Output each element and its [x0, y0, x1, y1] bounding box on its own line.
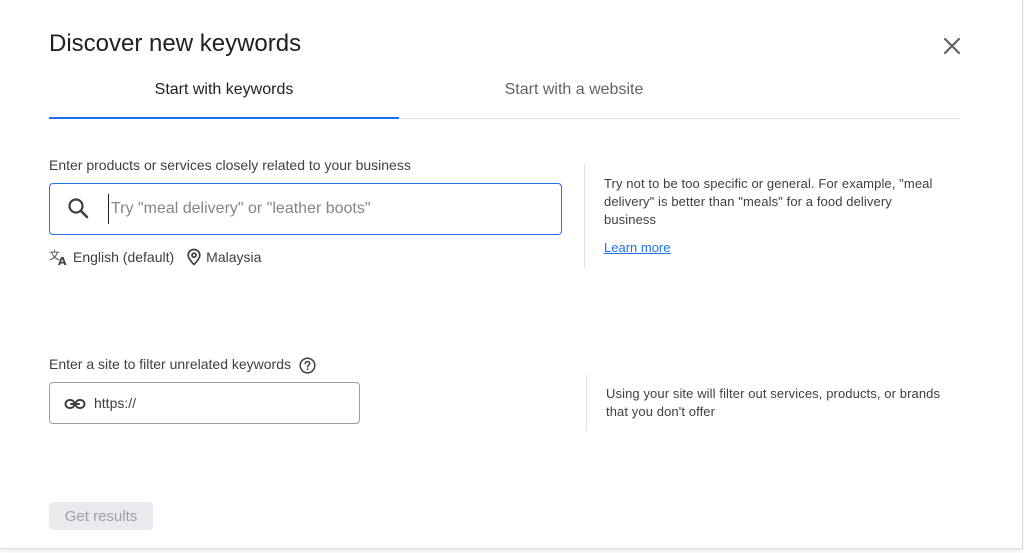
tab-start-with-website[interactable]: Start with a website — [399, 62, 749, 118]
keywords-input-box[interactable] — [49, 183, 562, 235]
keywords-help-text: Try not to be too specific or general. F… — [604, 176, 933, 227]
targeting-row: 文 A English (default) Malaysia — [49, 246, 261, 268]
tab-label: Start with a website — [504, 81, 644, 98]
section-divider — [586, 375, 587, 431]
location-selector[interactable]: Malaysia — [186, 248, 261, 266]
site-help-text: Using your site will filter out services… — [606, 386, 941, 419]
tab-start-with-keywords[interactable]: Start with keywords — [49, 62, 399, 119]
site-url-input[interactable] — [94, 391, 344, 415]
active-tab-indicator — [49, 117, 399, 119]
keywords-input[interactable] — [108, 194, 541, 224]
help-button[interactable] — [299, 357, 316, 374]
site-filter-label-row: Enter a site to filter unrelated keyword… — [49, 356, 316, 374]
tab-label: Start with keywords — [154, 81, 294, 98]
help-circle-icon — [299, 357, 316, 374]
keyword-dialog: Discover new keywords Start with keyword… — [0, 0, 1023, 549]
location-label: Malaysia — [206, 249, 262, 265]
close-button[interactable] — [936, 30, 968, 62]
site-filter-label: Enter a site to filter unrelated keyword… — [49, 356, 292, 372]
learn-more-link[interactable]: Learn more — [604, 240, 670, 255]
svg-text:A: A — [58, 255, 67, 266]
close-icon — [943, 37, 961, 55]
site-input-box[interactable] — [49, 382, 360, 424]
language-label: English (default) — [73, 249, 175, 265]
get-results-button[interactable]: Get results — [49, 502, 153, 530]
keywords-label: Enter products or services closely relat… — [49, 157, 411, 173]
translate-icon: 文 A — [49, 248, 67, 266]
search-icon — [68, 198, 89, 219]
tab-bar: Start with keywords Start with a website — [49, 62, 960, 119]
link-icon — [64, 399, 86, 409]
dialog-title: Discover new keywords — [49, 30, 302, 57]
section-divider — [584, 164, 585, 268]
location-pin-icon — [187, 248, 201, 266]
language-selector[interactable]: 文 A English (default) — [49, 248, 174, 266]
